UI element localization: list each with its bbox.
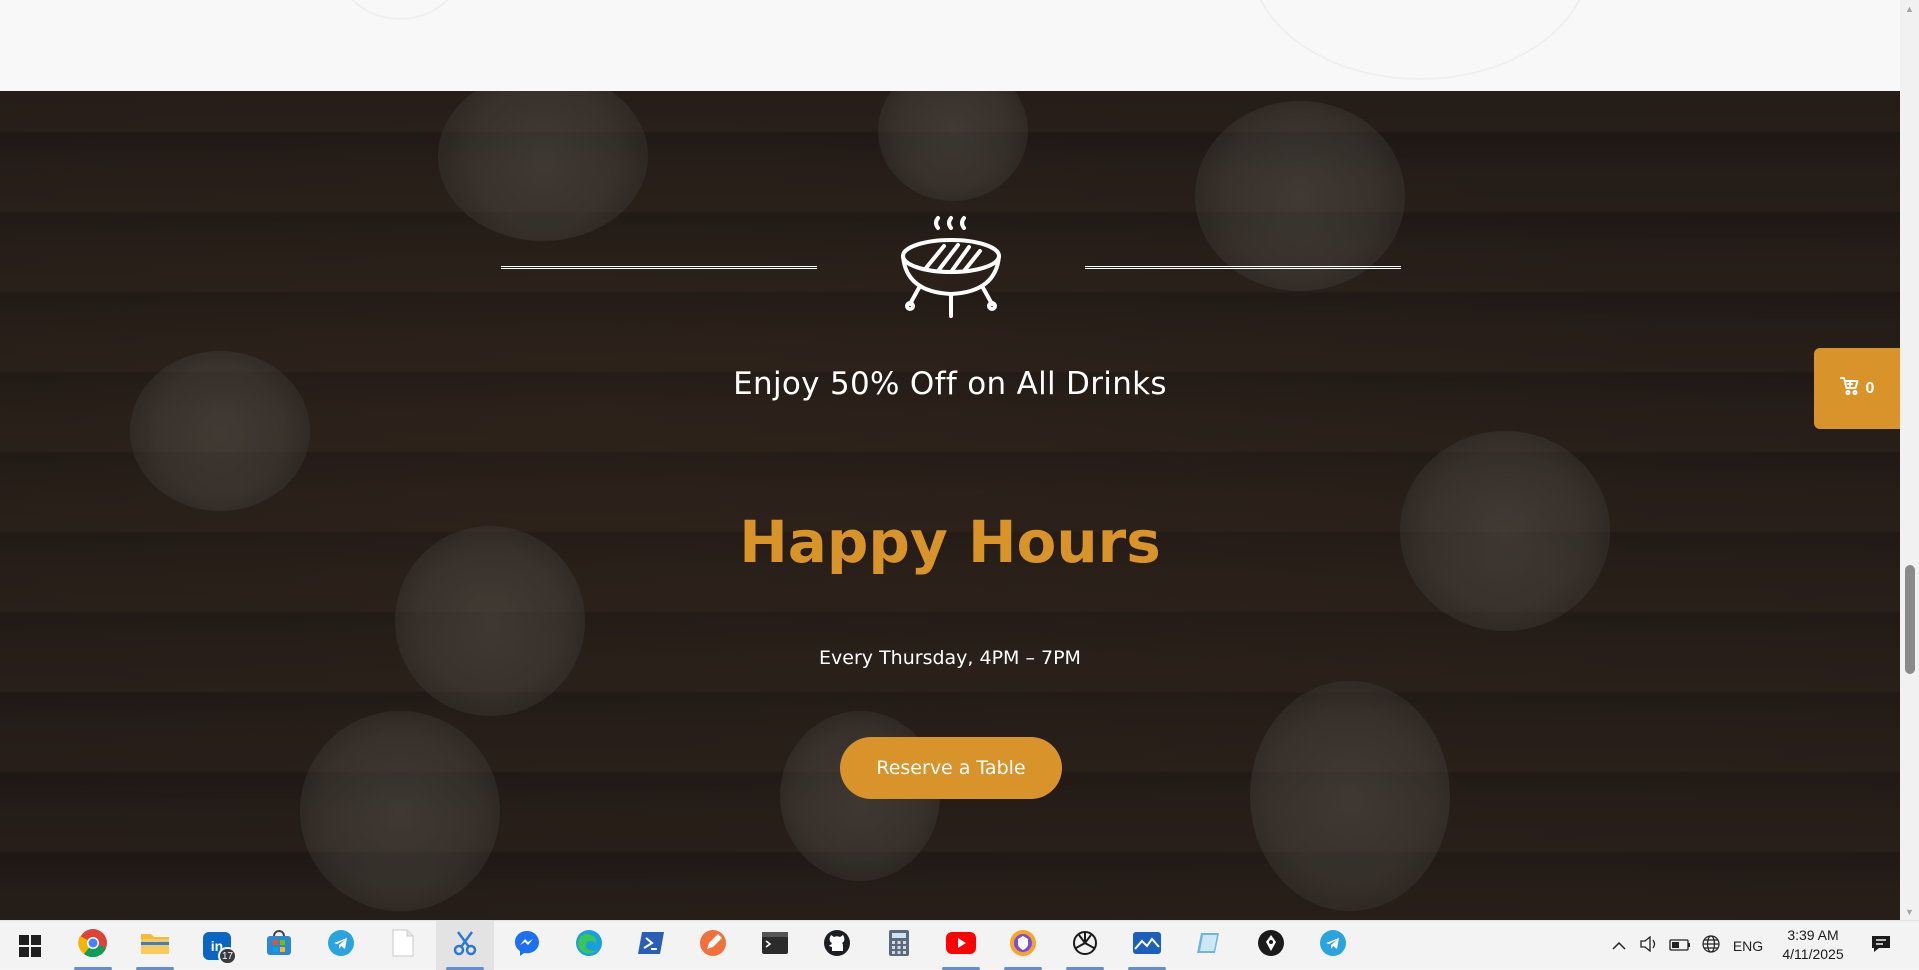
taskbar-messenger[interactable] <box>498 921 556 970</box>
taskbar-snipping-tool[interactable] <box>436 921 494 970</box>
volume-button[interactable] <box>1636 921 1662 970</box>
battery-icon <box>1669 938 1691 954</box>
grill-icon <box>898 214 1004 322</box>
terminal-icon <box>761 931 789 960</box>
store-icon <box>265 929 293 962</box>
offer-text: Enjoy 50% Off on All Drinks <box>733 366 1167 402</box>
taskbar-chatgpt[interactable] <box>1056 921 1114 970</box>
taskbar-notepad[interactable] <box>374 921 432 970</box>
messenger-icon <box>513 929 541 962</box>
right-divider <box>1085 266 1401 269</box>
chevron-up-icon <box>1612 938 1626 954</box>
taskbar-pen-tool-app[interactable] <box>1242 921 1300 970</box>
taskbar-linkedin[interactable]: in 17 <box>188 921 246 970</box>
taskbar-telegram-2[interactable] <box>1304 921 1362 970</box>
taskbar-youtube[interactable] <box>932 921 990 970</box>
youtube-icon <box>946 932 976 959</box>
folder-icon <box>140 930 170 961</box>
page-scrollbar[interactable]: ▲ ▼ <box>1900 0 1919 920</box>
scroll-up-icon[interactable]: ▲ <box>1900 0 1919 17</box>
section-title: Happy Hours <box>739 508 1161 576</box>
powershell-icon <box>637 930 665 961</box>
brave-icon <box>1009 929 1037 962</box>
scissors-icon <box>451 929 479 962</box>
taskbar-brave[interactable] <box>994 921 1052 970</box>
taskbar-calculator[interactable] <box>870 921 928 970</box>
taskbar-edge[interactable] <box>560 921 618 970</box>
chrome-icon <box>78 928 108 963</box>
taskbar-terminal[interactable] <box>746 921 804 970</box>
schedule-text: Every Thursday, 4PM – 7PM <box>819 647 1081 669</box>
chatgpt-icon <box>1071 929 1099 962</box>
pen-icon <box>699 929 727 962</box>
chat-bubble-icon <box>1871 934 1891 957</box>
taskbar-reader-app[interactable] <box>1180 921 1238 970</box>
show-hidden-icons[interactable] <box>1606 921 1632 970</box>
taskbar-mail-app[interactable] <box>1118 921 1176 970</box>
telegram-icon <box>327 929 355 962</box>
language-indicator[interactable]: ENG <box>1728 921 1768 970</box>
taskbar-chrome[interactable] <box>64 921 122 970</box>
faded-decoration <box>330 0 470 20</box>
floating-cart-button[interactable]: 0 <box>1814 348 1900 429</box>
taskbar-powershell[interactable] <box>622 921 680 970</box>
telegram-icon <box>1319 929 1347 962</box>
scroll-thumb[interactable] <box>1905 565 1915 674</box>
taskbar-store[interactable] <box>250 921 308 970</box>
cart-count: 0 <box>1865 379 1875 397</box>
taskbar-telegram[interactable] <box>312 921 370 970</box>
clock-date: 4/11/2025 <box>1782 946 1844 962</box>
clock-time: 3:39 AM <box>1787 927 1839 943</box>
globe-icon <box>1702 935 1720 956</box>
pen-nib-icon <box>1257 929 1285 962</box>
notification-badge: 17 <box>218 947 238 965</box>
faded-decoration <box>1250 0 1590 80</box>
windows-icon <box>19 934 41 957</box>
network-button[interactable] <box>1698 921 1724 970</box>
notifications-button[interactable] <box>1866 921 1896 970</box>
document-icon <box>391 929 415 962</box>
battery-button[interactable] <box>1666 921 1694 970</box>
edge-icon <box>575 929 603 962</box>
speaker-icon <box>1640 935 1658 955</box>
chart-mail-icon <box>1132 931 1162 960</box>
reserve-table-button[interactable]: Reserve a Table <box>840 737 1062 799</box>
browser-viewport: Enjoy 50% Off on All Drinks Happy Hours … <box>0 0 1919 920</box>
scroll-down-icon[interactable]: ▼ <box>1900 903 1919 920</box>
previous-section <box>0 0 1900 91</box>
taskbar-pen-app[interactable] <box>684 921 742 970</box>
start-button[interactable] <box>1 921 59 970</box>
book-icon <box>1195 929 1223 962</box>
taskbar-file-explorer[interactable] <box>126 921 184 970</box>
clock[interactable]: 3:39 AM 4/11/2025 <box>1768 926 1858 964</box>
left-divider <box>501 266 817 269</box>
taskbar-github[interactable] <box>808 921 866 970</box>
calculator-icon <box>888 929 910 962</box>
github-icon <box>823 929 851 962</box>
cart-icon <box>1839 376 1860 401</box>
windows-taskbar: in 17 ENG 3:39 AM 4/11/2025 <box>0 920 1919 970</box>
